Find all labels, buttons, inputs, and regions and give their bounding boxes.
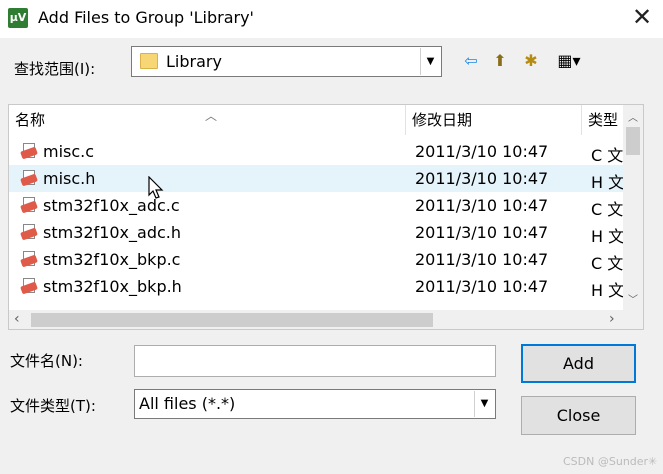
file-date: 2011/3/10 10:47: [415, 142, 549, 161]
scroll-left-icon[interactable]: ‹: [14, 311, 20, 327]
file-date: 2011/3/10 10:47: [415, 277, 549, 296]
file-row[interactable]: misc.h 2011/3/10 10:47 H 文: [9, 165, 625, 192]
back-arrow-icon[interactable]: ⇦: [460, 50, 482, 72]
file-type: H 文: [591, 227, 625, 246]
file-type: H 文: [591, 281, 625, 300]
file-row[interactable]: stm32f10x_bkp.c 2011/3/10 10:47 C 文: [9, 246, 623, 273]
filename-label: 文件名(N):: [10, 352, 83, 370]
scroll-up-icon[interactable]: ︿: [623, 109, 643, 124]
file-type: C 文: [591, 200, 624, 219]
sort-ascending-icon: ︿: [205, 109, 218, 123]
close-icon[interactable]: ✕: [628, 3, 656, 31]
keil-app-icon: µV: [8, 8, 28, 28]
file-type: C 文: [591, 146, 624, 165]
lookin-label: 查找范围(I):: [14, 60, 96, 78]
filename-input[interactable]: [134, 345, 496, 377]
file-date: 2011/3/10 10:47: [415, 196, 549, 215]
scroll-down-icon[interactable]: ﹀: [623, 291, 643, 306]
filetype-label: 文件类型(T):: [10, 397, 96, 415]
file-name: stm32f10x_adc.h: [43, 223, 181, 242]
chevron-down-icon[interactable]: ▼: [474, 391, 494, 417]
file-type: H 文: [591, 173, 625, 192]
file-name: misc.h: [43, 169, 96, 188]
file-type: C 文: [591, 254, 624, 273]
title-bar: µV Add Files to Group 'Library' ✕: [0, 0, 663, 38]
filetype-value: All files (*.*): [139, 394, 236, 413]
column-header-date[interactable]: 修改日期: [406, 105, 582, 135]
column-name-label: 名称: [15, 111, 46, 129]
horizontal-scroll-thumb[interactable]: [31, 313, 433, 327]
file-date: 2011/3/10 10:47: [415, 250, 549, 269]
lookin-dropdown[interactable]: Library ▼: [131, 46, 442, 77]
mouse-cursor-icon: [148, 176, 164, 199]
vertical-scroll-thumb[interactable]: [626, 127, 640, 155]
scroll-right-icon[interactable]: ›: [609, 311, 615, 327]
column-header-name[interactable]: 名称 ︿: [9, 105, 406, 135]
new-folder-icon[interactable]: ✱: [520, 50, 542, 72]
horizontal-scrollbar[interactable]: ‹ ›: [9, 310, 643, 329]
column-header-type[interactable]: 类型: [582, 105, 623, 135]
view-menu-icon[interactable]: ▦▾: [551, 50, 587, 72]
file-row[interactable]: stm32f10x_adc.c 2011/3/10 10:47 C 文: [9, 192, 623, 219]
file-row[interactable]: stm32f10x_adc.h 2011/3/10 10:47 H 文: [9, 219, 625, 246]
window-title: Add Files to Group 'Library': [38, 8, 254, 27]
source-file-icon: [20, 143, 38, 161]
filetype-dropdown[interactable]: All files (*.*) ▼: [134, 389, 496, 419]
file-list[interactable]: 名称 ︿ 修改日期 类型 misc.c 2011/3/10 10:47 C 文 …: [8, 104, 644, 330]
lookin-value: Library: [166, 52, 222, 71]
add-button[interactable]: Add: [521, 344, 636, 383]
chevron-down-icon[interactable]: ▼: [420, 48, 440, 75]
folder-icon: [140, 53, 158, 69]
file-name: stm32f10x_bkp.c: [43, 250, 181, 269]
file-date: 2011/3/10 10:47: [415, 223, 549, 242]
close-button[interactable]: Close: [521, 396, 636, 435]
watermark: CSDN @Sunder✳: [563, 455, 658, 468]
vertical-scrollbar[interactable]: ︿ ﹀: [623, 105, 643, 310]
source-file-icon: [20, 170, 38, 188]
file-name: misc.c: [43, 142, 95, 161]
source-file-icon: [20, 278, 38, 296]
up-folder-icon[interactable]: ⬆: [489, 50, 511, 72]
file-date: 2011/3/10 10:47: [415, 169, 549, 188]
source-file-icon: [20, 251, 38, 269]
file-row[interactable]: misc.c 2011/3/10 10:47 C 文: [9, 138, 623, 165]
source-file-icon: [20, 197, 38, 215]
source-file-icon: [20, 224, 38, 242]
file-name: stm32f10x_bkp.h: [43, 277, 182, 296]
file-row[interactable]: stm32f10x_bkp.h 2011/3/10 10:47 H 文: [9, 273, 625, 300]
